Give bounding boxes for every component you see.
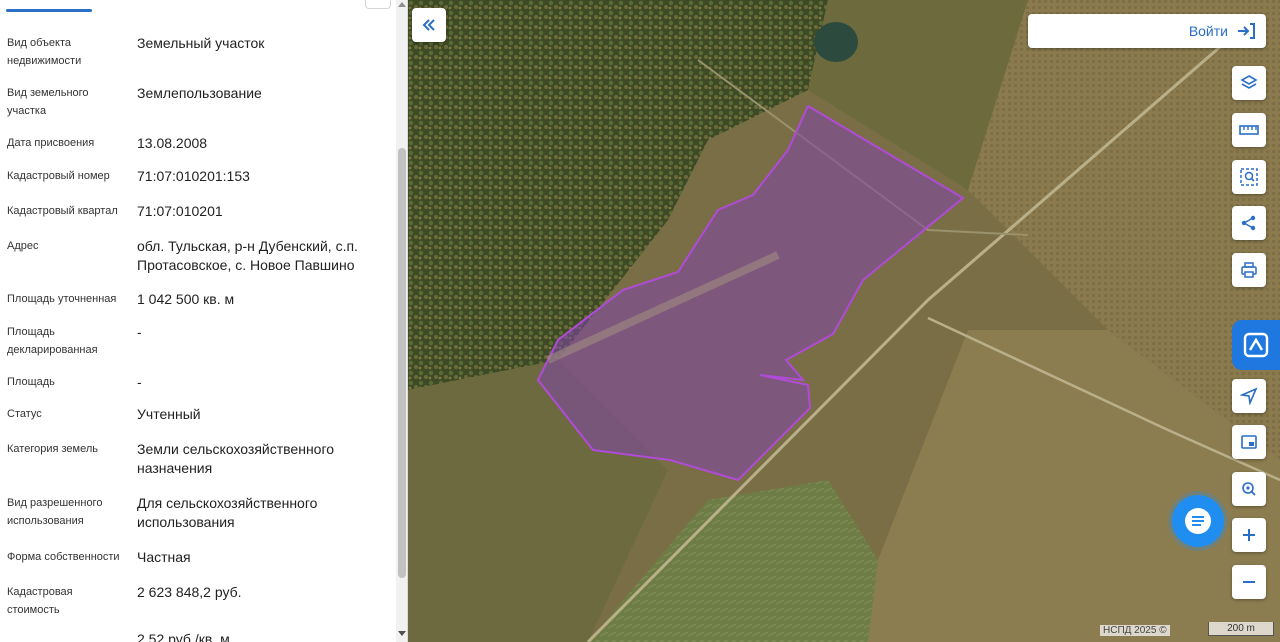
- attribute-label: Площадь: [7, 376, 55, 388]
- area-select-button[interactable]: [1232, 160, 1266, 194]
- geo-search-button[interactable]: [1232, 472, 1266, 506]
- attribute-value: Частная: [137, 549, 191, 565]
- ruler-icon: [1239, 125, 1259, 135]
- map-view[interactable]: Войти НСПД 2025 © 200 m: [408, 0, 1280, 642]
- attribute-label: Дата присвоения: [7, 137, 95, 149]
- login-icon: [1238, 23, 1255, 39]
- info-panel: Вид объекта недвижимости Земельный участо…: [0, 0, 408, 642]
- active-tab-indicator: [6, 9, 92, 12]
- panel-top-button[interactable]: [365, 0, 391, 9]
- locate-icon: [1240, 387, 1258, 405]
- double-chevron-left-icon: [422, 19, 435, 31]
- zoom-in-icon: [1243, 529, 1255, 541]
- zoom-out-icon: [1243, 581, 1255, 583]
- attribute-value: 13.08.2008: [137, 135, 208, 151]
- attribute-label: Кадастровая стоимость: [7, 586, 73, 616]
- attribute-value: -: [137, 324, 142, 340]
- attribute-label: Площадь уточненная: [7, 293, 117, 305]
- locate-button[interactable]: [1232, 379, 1266, 413]
- geo-search-icon: [1242, 482, 1256, 496]
- zoom-out-button[interactable]: [1232, 565, 1266, 599]
- area-select-icon: [1240, 168, 1258, 186]
- attribute-value: 71:07:010201: [137, 203, 223, 219]
- nspd-logo-icon: [1243, 332, 1269, 358]
- scroll-up-icon[interactable]: [398, 2, 406, 7]
- minimap-button[interactable]: [1232, 425, 1266, 459]
- minimap-icon: [1241, 435, 1257, 449]
- zoom-in-button[interactable]: [1232, 518, 1266, 552]
- attribute-value: 2,52 руб./кв. м: [137, 631, 230, 642]
- attribute-value: Учтенный: [137, 406, 201, 422]
- attribute-label: Категория земель: [7, 443, 98, 455]
- chat-button[interactable]: [1172, 495, 1224, 547]
- login-button[interactable]: Войти: [1028, 14, 1266, 48]
- layers-icon: [1240, 75, 1258, 89]
- attribute-label: Кадастровый квартал: [7, 205, 118, 217]
- panel-scrollbar[interactable]: [396, 0, 407, 642]
- scroll-down-icon[interactable]: [398, 631, 406, 636]
- attribute-value: Землепользование: [137, 85, 262, 101]
- print-icon: [1241, 262, 1257, 278]
- attribute-label: Статус: [7, 408, 42, 420]
- attribute-value: 2 623 848,2 руб.: [137, 584, 242, 600]
- attribute-value: -: [137, 374, 142, 390]
- attribute-label: Форма собственности: [7, 551, 120, 563]
- attribute-label: Вид земельного участка: [7, 87, 89, 117]
- ruler-button[interactable]: [1232, 113, 1266, 147]
- layers-button[interactable]: [1232, 66, 1266, 100]
- share-icon: [1241, 215, 1256, 231]
- attribute-value: Земельный участок: [137, 35, 265, 51]
- attribute-value: Для сельскохозяйственного использования: [137, 495, 318, 530]
- attribute-value: 1 042 500 кв. м: [137, 291, 235, 307]
- attribute-label: Вид разрешенного использования: [7, 497, 103, 527]
- attribute-label: Кадастровый номер: [7, 170, 110, 182]
- print-button[interactable]: [1232, 253, 1266, 287]
- chat-bubble: [1172, 495, 1224, 547]
- share-button[interactable]: [1232, 206, 1266, 240]
- attribute-value: Земли сельскохозяйственного назначения: [137, 441, 335, 476]
- login-label: Войти: [1188, 23, 1228, 39]
- attribute-label: Площадь декларированная: [7, 326, 98, 356]
- map-credit: НСПД 2025 ©: [1100, 625, 1170, 636]
- attribute-value: обл. Тульская, р-н Дубенский, с.п. Прота…: [137, 238, 358, 273]
- collapse-panel-button[interactable]: [412, 8, 446, 42]
- scale-bar: 200 m: [1208, 622, 1274, 636]
- attribute-value: 71:07:010201:153: [137, 168, 250, 184]
- attribute-label: Вид объекта недвижимости: [7, 37, 82, 67]
- satellite-imagery: [408, 0, 1280, 642]
- scroll-thumb[interactable]: [398, 148, 406, 578]
- nspd-logo-button[interactable]: [1232, 320, 1280, 370]
- chat-icon: [1185, 508, 1211, 534]
- attribute-label: Адрес: [7, 240, 39, 252]
